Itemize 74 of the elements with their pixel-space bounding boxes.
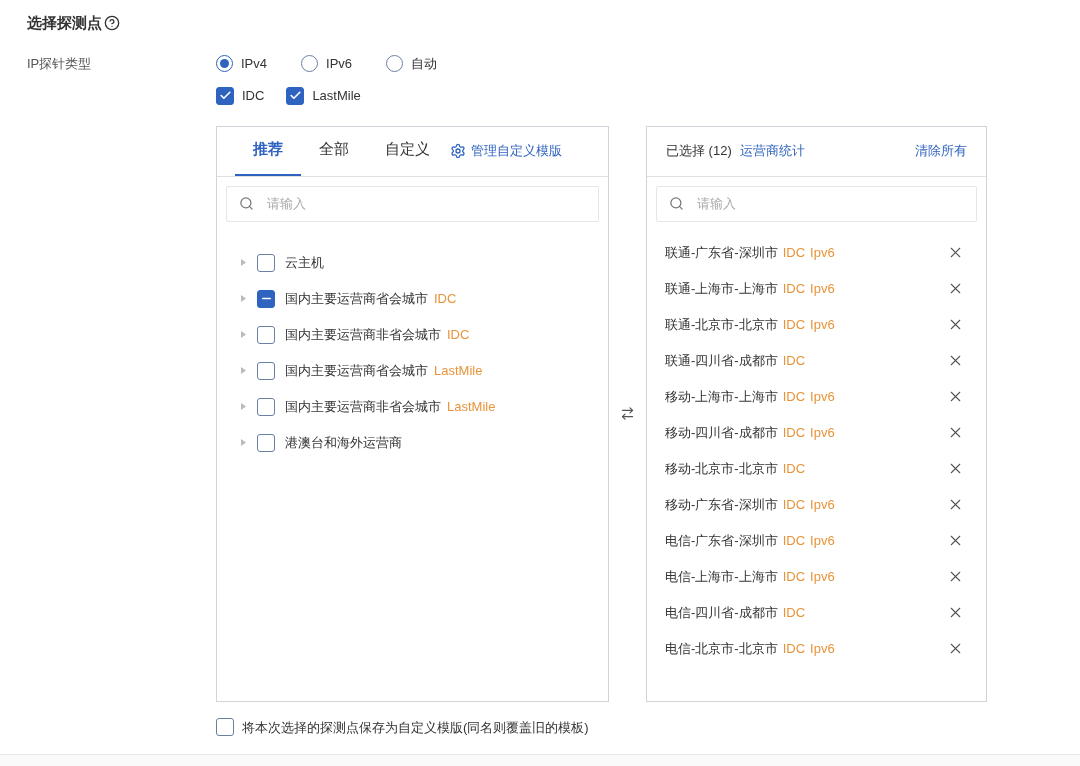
clear-all-link[interactable]: 清除所有	[915, 141, 967, 161]
tree-item-tag: LastMile	[434, 360, 483, 381]
manage-template-link[interactable]: 管理自定义模版	[450, 125, 562, 176]
selected-item-tag: IDC	[782, 566, 806, 587]
checkbox[interactable]	[216, 718, 234, 737]
gear-icon	[450, 142, 466, 159]
selected-item-tag: Ipv6	[810, 566, 835, 587]
radio-option[interactable]: 自动	[386, 53, 438, 73]
field-label: IP探针类型	[26, 54, 93, 73]
radio-option[interactable]: IPv6	[301, 53, 353, 73]
selected-item-tag: IDC	[782, 314, 806, 335]
search-field[interactable]: 请输入	[226, 185, 599, 222]
tree-item-tag: IDC	[434, 288, 457, 309]
tree-checkbox[interactable]	[257, 361, 275, 380]
checkbox-label: LastMile	[312, 87, 361, 105]
selected-item-label: 移动-四川省-成都市	[665, 423, 778, 442]
tree-checkbox[interactable]	[257, 289, 275, 308]
checkbox-label: IDC	[242, 87, 265, 105]
tree-checkbox[interactable]	[257, 253, 275, 272]
selected-item-tag: IDC	[782, 638, 806, 659]
radio-option[interactable]: IPv4	[216, 53, 267, 73]
selected-item-label: 电信-上海市-上海市	[665, 567, 778, 586]
selected-item-tag: IDC	[782, 458, 806, 479]
search-icon	[239, 195, 254, 211]
selected-item-label: 联通-四川省-成都市	[665, 351, 778, 370]
carrier-stats-link[interactable]: 运营商统计	[739, 141, 805, 161]
selected-item-label: 电信-北京市-北京市	[665, 639, 778, 658]
tree-checkbox[interactable]	[257, 433, 275, 452]
selected-item-tag: Ipv6	[810, 530, 835, 551]
tree-item-label: 国内主要运营商省会城市	[285, 361, 428, 380]
selected-item-tag: IDC	[782, 530, 806, 551]
selected-item-tag: IDC	[782, 386, 806, 407]
selected-item-tag: IDC	[782, 422, 806, 443]
selected-item-tag: IDC	[782, 494, 806, 515]
tree-item-label: 云主机	[285, 253, 324, 272]
selected-item-tag: IDC	[782, 350, 806, 371]
selected-item-label: 联通-上海市-上海市	[665, 279, 778, 298]
selected-item-tag: Ipv6	[810, 242, 835, 263]
tree-item-label: 国内主要运营商非省会城市	[285, 325, 441, 344]
selected-item-tag: IDC	[782, 278, 806, 299]
selected-item-tag: Ipv6	[810, 386, 835, 407]
checkbox[interactable]	[216, 86, 234, 105]
tree-checkbox[interactable]	[257, 397, 275, 416]
selected-item-tag: Ipv6	[810, 422, 835, 443]
tree-item-label: 国内主要运营商非省会城市	[285, 397, 441, 416]
tab[interactable]: 自定义	[367, 125, 448, 176]
selected-count: 已选择 (12)	[666, 142, 732, 161]
selected-item-label: 移动-北京市-北京市	[665, 459, 778, 478]
selected-item-label: 联通-广东省-深圳市	[665, 243, 778, 262]
tab[interactable]: 推荐	[235, 125, 301, 176]
selected-item-tag: Ipv6	[810, 314, 835, 335]
tree-item-tag: LastMile	[447, 396, 496, 417]
selected-item-tag: Ipv6	[810, 638, 835, 659]
checkbox-label: 将本次选择的探测点保存为自定义模版(同名则覆盖旧的模板)	[242, 718, 589, 737]
search-icon	[669, 195, 684, 211]
checkbox[interactable]	[286, 86, 305, 105]
tree-checkbox[interactable]	[257, 325, 275, 344]
selected-item-tag: IDC	[782, 602, 806, 623]
tree-item-label: 国内主要运营商省会城市	[285, 289, 428, 308]
tree-item-label: 港澳台和海外运营商	[285, 433, 402, 452]
tab[interactable]: 全部	[301, 125, 367, 176]
transfer-icon	[620, 406, 635, 421]
help-icon[interactable]	[104, 15, 120, 32]
selected-item-tag: Ipv6	[810, 494, 835, 515]
search-field[interactable]: 请输入	[656, 185, 977, 222]
section-title: 选择探测点	[27, 13, 102, 33]
selected-item-label: 联通-北京市-北京市	[665, 315, 778, 334]
selected-item-label: 电信-广东省-深圳市	[665, 531, 778, 550]
selected-item-tag: IDC	[782, 242, 806, 263]
tree-item-tag: IDC	[447, 324, 470, 345]
selected-item-label: 电信-四川省-成都市	[665, 603, 778, 622]
selected-item-label: 移动-广东省-深圳市	[665, 495, 778, 514]
selected-item-label: 移动-上海市-上海市	[665, 387, 778, 406]
selected-item-tag: Ipv6	[810, 278, 835, 299]
